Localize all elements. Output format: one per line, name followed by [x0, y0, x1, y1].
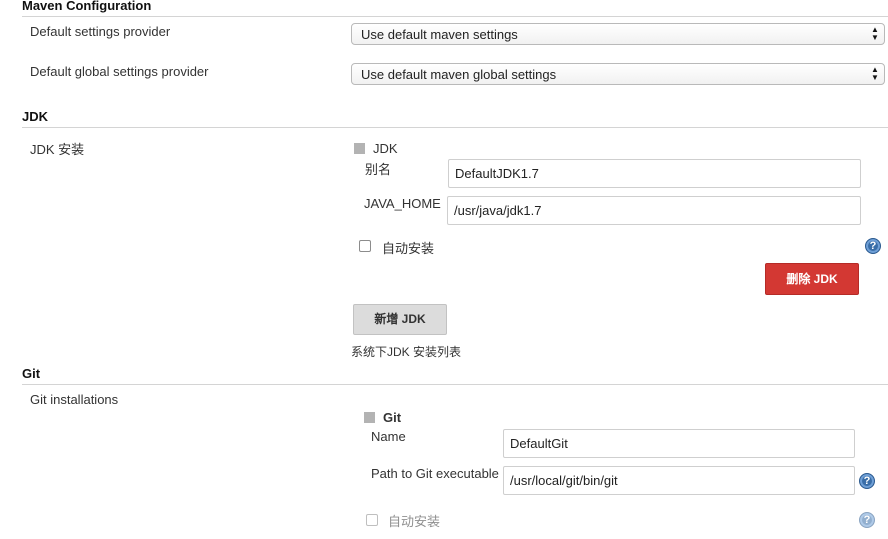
jdk-name-label: 别名	[365, 162, 392, 177]
git-installations-label: Git installations	[30, 392, 119, 407]
java-home-input[interactable]: /usr/java/jdk1.7	[447, 196, 861, 225]
help-icon[interactable]: ?	[859, 512, 875, 528]
default-settings-select[interactable]: Use default maven settings ▲ ▼	[351, 23, 885, 45]
help-icon[interactable]: ?	[859, 473, 875, 489]
git-path-label: Path to Git executable	[371, 466, 499, 481]
select-arrows-icon: ▲ ▼	[871, 25, 879, 42]
global-settings-value: Use default maven global settings	[361, 67, 557, 82]
jdk-name-input[interactable]: DefaultJDK1.7	[448, 159, 861, 188]
default-settings-value: Use default maven settings	[361, 27, 518, 42]
drag-handle-icon[interactable]	[364, 412, 375, 423]
maven-section-divider	[22, 16, 888, 17]
add-jdk-button[interactable]: 新增 JDK	[353, 304, 447, 335]
git-section-divider	[22, 384, 888, 385]
git-auto-install-label: 自动安装	[388, 514, 441, 529]
git-section-header: Git	[22, 366, 41, 381]
jdk-section-divider	[22, 127, 888, 128]
maven-section-header: Maven Configuration	[22, 0, 152, 13]
git-path-input[interactable]: /usr/local/git/bin/git	[503, 466, 855, 495]
git-name-label: Name	[371, 429, 406, 444]
git-auto-install-checkbox[interactable]	[366, 514, 378, 526]
global-settings-label: Default global settings provider	[30, 64, 209, 79]
select-arrows-icon: ▲ ▼	[871, 65, 879, 82]
git-name-input[interactable]: DefaultGit	[503, 429, 855, 458]
jdk-list-caption: 系统下JDK 安装列表	[351, 345, 462, 359]
jdk-item-title: JDK	[373, 141, 398, 156]
jdk-auto-install-label: 自动安装	[382, 241, 435, 256]
delete-jdk-button[interactable]: 删除 JDK	[765, 263, 859, 295]
git-item-title: Git	[383, 410, 402, 425]
global-settings-select[interactable]: Use default maven global settings ▲ ▼	[351, 63, 885, 85]
jdk-section-header: JDK	[22, 109, 49, 124]
default-settings-label: Default settings provider	[30, 24, 171, 39]
drag-handle-icon[interactable]	[354, 143, 365, 154]
jdk-install-label: JDK 安装	[30, 142, 85, 157]
java-home-label: JAVA_HOME	[364, 196, 441, 211]
jdk-auto-install-checkbox[interactable]	[359, 240, 371, 252]
help-icon[interactable]: ?	[865, 238, 881, 254]
